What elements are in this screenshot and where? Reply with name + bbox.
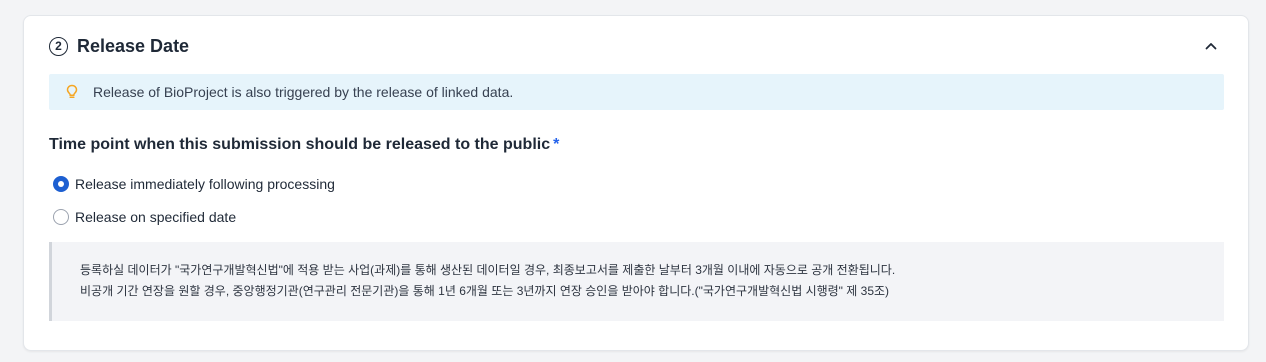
radio-label-immediate: Release immediately following processing	[75, 176, 335, 192]
notice-box: 등록하실 데이터가 "국가연구개발혁신법"에 적용 받는 사업(과제)를 통해 …	[49, 242, 1224, 321]
section-header: 2 Release Date	[49, 33, 1222, 59]
question-text: Time point when this submission should b…	[49, 136, 551, 153]
release-timepoint-label: Time point when this submission should b…	[49, 136, 559, 154]
radio-button-unchecked[interactable]	[53, 209, 69, 225]
step-number-badge: 2	[49, 36, 68, 56]
collapse-button[interactable]	[1200, 35, 1222, 57]
radio-label-specified-date: Release on specified date	[75, 209, 237, 225]
radio-button-checked[interactable]	[53, 176, 69, 192]
lightbulb-icon	[65, 84, 79, 100]
info-text: Release of BioProject is also triggered …	[93, 84, 514, 100]
radio-option-specified-date[interactable]: Release on specified date	[53, 209, 236, 225]
release-date-card: 2 Release Date Release of BioProject is …	[23, 15, 1249, 351]
chevron-up-icon	[1205, 43, 1217, 50]
section-title: Release Date	[77, 35, 190, 56]
required-marker: *	[553, 136, 560, 153]
notice-line-1: 등록하실 데이터가 "국가연구개발혁신법"에 적용 받는 사업(과제)를 통해 …	[80, 263, 896, 277]
notice-line-2: 비공개 기간 연장을 원할 경우, 중앙행정기관(연구관리 전문기관)을 통해 …	[80, 284, 890, 298]
radio-option-immediate[interactable]: Release immediately following processing	[53, 176, 335, 192]
info-banner: Release of BioProject is also triggered …	[49, 74, 1224, 110]
